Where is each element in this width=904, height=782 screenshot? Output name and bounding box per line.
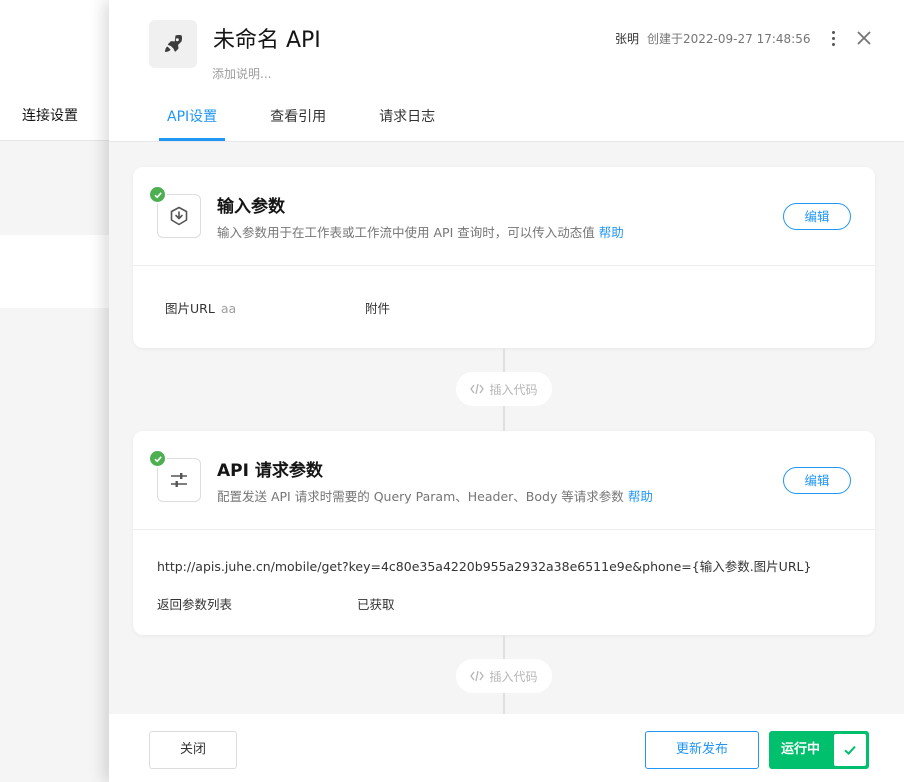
code-icon — [470, 670, 485, 682]
card-subtitle: 配置发送 API 请求时需要的 Query Param、Header、Body … — [217, 486, 653, 505]
api-drawer: 未命名 API 添加说明... 张明 创建于2022-09-27 17:48:56… — [109, 0, 904, 782]
drawer-header: 未命名 API 添加说明... 张明 创建于2022-09-27 17:48:56… — [109, 0, 904, 142]
card-title: 输入参数 — [217, 197, 285, 217]
rocket-icon — [149, 20, 197, 68]
check-icon — [148, 185, 167, 204]
more-options-icon[interactable] — [825, 27, 841, 49]
card-title: API 请求参数 — [217, 461, 323, 481]
card-header: 输入参数 输入参数用于在工作表或工作流中使用 API 查询时，可以传入动态值 帮助… — [133, 167, 875, 266]
param-item: 图片URL aa — [165, 298, 236, 317]
input-params-card: 输入参数 输入参数用于在工作表或工作流中使用 API 查询时，可以传入动态值 帮助… — [133, 167, 875, 348]
tab-view-references[interactable]: 查看引用 — [270, 98, 326, 141]
api-title[interactable]: 未命名 API — [213, 22, 321, 54]
insert-code-label: 插入代码 — [489, 382, 538, 397]
card-header: API 请求参数 配置发送 API 请求时需要的 Query Param、Hea… — [133, 431, 875, 530]
card-description: 配置发送 API 请求时需要的 Query Param、Header、Body … — [217, 489, 624, 504]
tab-api-settings[interactable]: API设置 — [158, 98, 226, 141]
tab-request-log[interactable]: 请求日志 — [379, 98, 435, 141]
description-field[interactable]: 添加说明... — [212, 65, 271, 82]
param-name: 图片URL — [165, 301, 215, 316]
nav-connection-settings[interactable]: 连接设置 — [22, 105, 78, 125]
close-icon[interactable] — [853, 27, 875, 49]
param-item: 附件 — [365, 298, 390, 317]
request-url: http://apis.juhe.cn/mobile/get?key=4c80e… — [157, 559, 812, 574]
checkmark-icon — [834, 734, 866, 766]
created-time: 创建于2022-09-27 17:48:56 — [647, 32, 811, 46]
card-subtitle: 输入参数用于在工作表或工作流中使用 API 查询时，可以传入动态值 帮助 — [217, 222, 624, 241]
creation-meta: 张明 创建于2022-09-27 17:48:56 — [615, 30, 810, 47]
help-link[interactable]: 帮助 — [599, 225, 624, 240]
running-toggle[interactable]: 运行中 — [769, 731, 869, 769]
return-params-status: 已获取 — [357, 597, 395, 612]
edit-input-params-button[interactable]: 编辑 — [783, 203, 851, 230]
insert-code-label: 插入代码 — [489, 669, 538, 684]
help-link[interactable]: 帮助 — [628, 489, 653, 504]
running-label: 运行中 — [781, 742, 821, 757]
insert-code-button[interactable]: 插入代码 — [456, 659, 552, 693]
author-name: 张明 — [615, 32, 640, 46]
request-params-card: API 请求参数 配置发送 API 请求时需要的 Query Param、Hea… — [133, 431, 875, 635]
param-name: 附件 — [365, 301, 391, 316]
tab-bar: API设置 查看引用 请求日志 — [158, 98, 488, 142]
code-icon — [470, 383, 485, 395]
check-icon — [148, 449, 167, 468]
close-button[interactable]: 关闭 — [149, 731, 237, 769]
edit-request-params-button[interactable]: 编辑 — [783, 467, 851, 494]
card-description: 输入参数用于在工作表或工作流中使用 API 查询时，可以传入动态值 — [217, 225, 595, 240]
insert-code-button[interactable]: 插入代码 — [456, 372, 552, 406]
param-value: aa — [220, 301, 237, 316]
return-params-label: 返回参数列表 — [157, 597, 233, 612]
drawer-footer: 关闭 更新发布 运行中 — [109, 714, 904, 782]
update-publish-button[interactable]: 更新发布 — [645, 731, 759, 769]
